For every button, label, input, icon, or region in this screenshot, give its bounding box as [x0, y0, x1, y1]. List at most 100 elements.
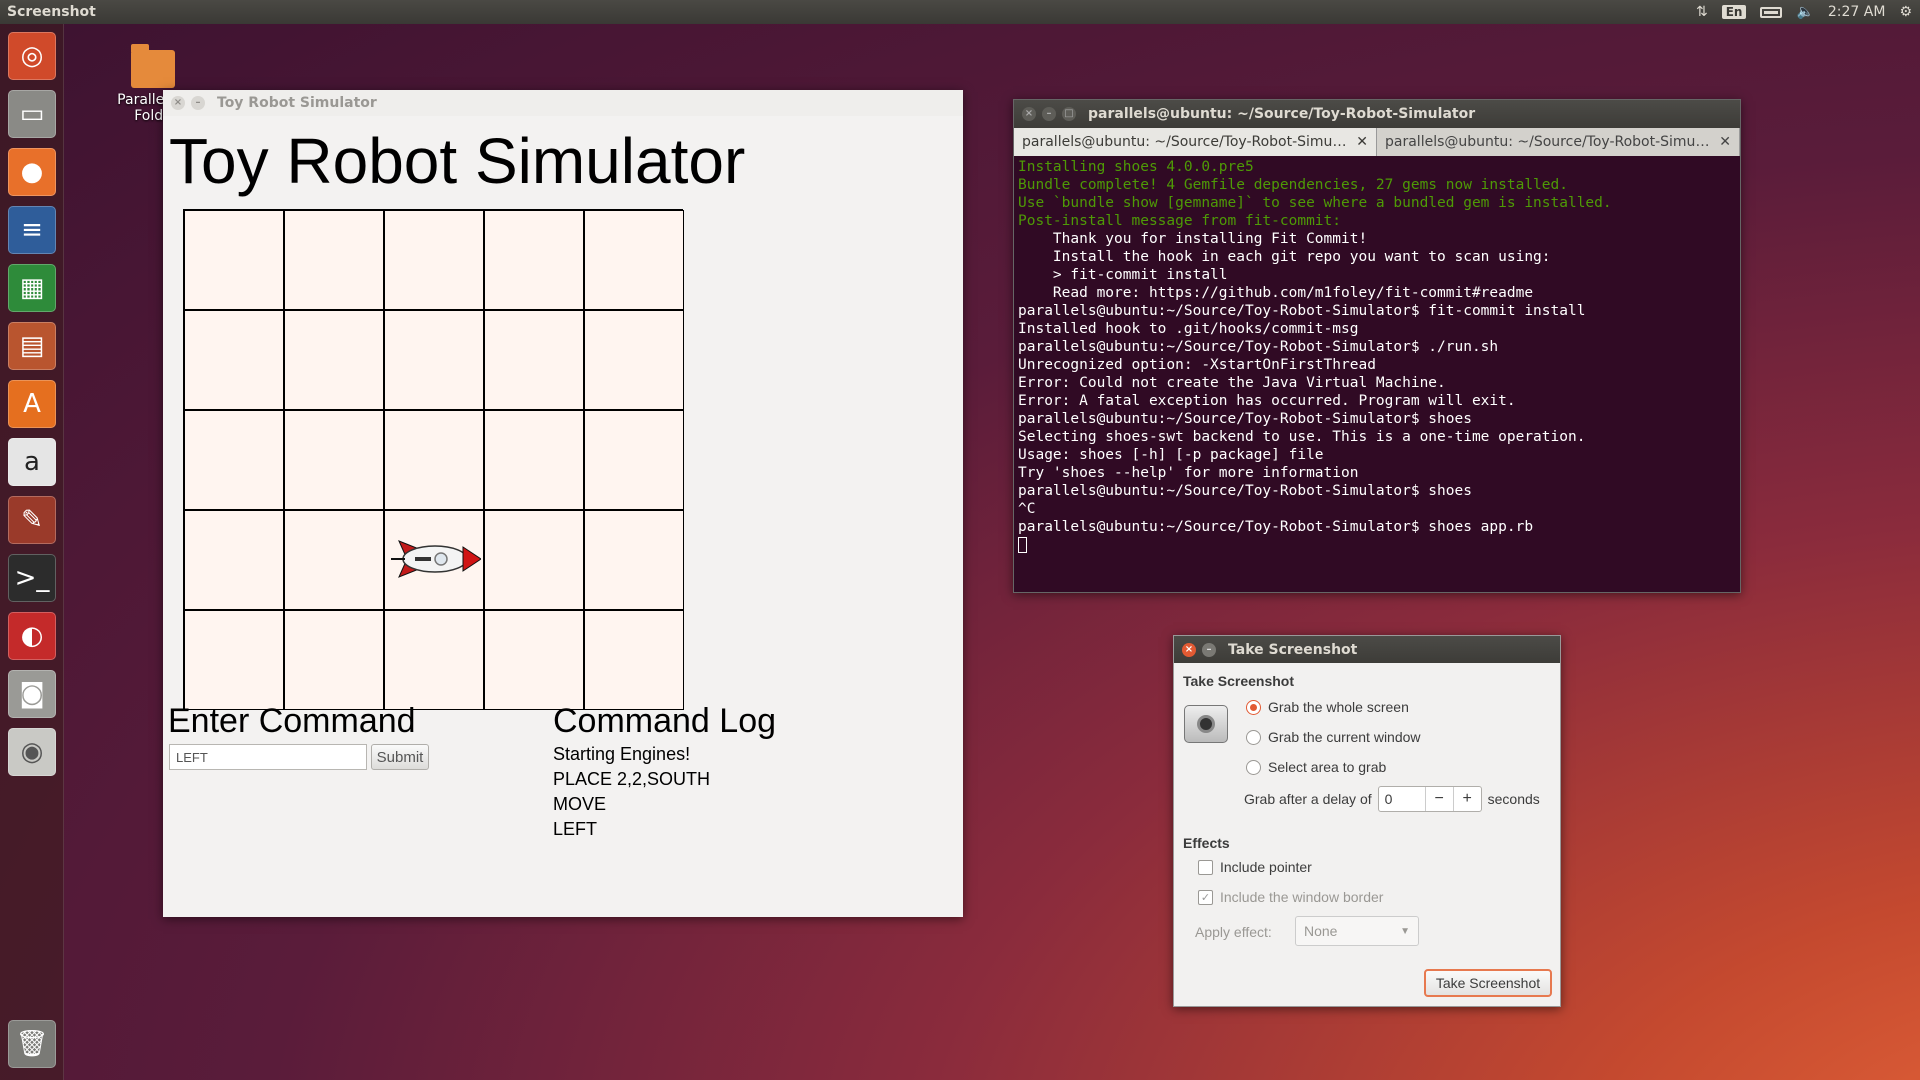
writer-icon[interactable]: ≡	[8, 206, 56, 254]
radio-current-window[interactable]: Grab the current window	[1246, 729, 1421, 745]
plus-icon[interactable]: +	[1452, 787, 1481, 811]
radio-indicator[interactable]	[1246, 759, 1261, 775]
terminal-tab[interactable]: parallels@ubuntu: ~/Source/Toy-Robot-Sim…	[1014, 128, 1377, 156]
software-center-icon[interactable]: A	[8, 380, 56, 428]
command-log-list: Starting Engines! PLACE 2,2,SOUTH MOVE L…	[553, 742, 710, 842]
tab-label: parallels@ubuntu: ~/Source/Toy-Robot-Sim…	[1385, 134, 1714, 150]
grid-cell	[384, 210, 484, 310]
robot-rocket-icon	[391, 540, 481, 578]
radio-whole-screen[interactable]: Grab the whole screen	[1246, 699, 1409, 715]
clock[interactable]: 2:27 AM	[1828, 4, 1886, 20]
terminal-line: Try 'shoes --help' for more information	[1018, 465, 1359, 481]
volume-icon[interactable]: 🔈	[1796, 4, 1813, 20]
checkbox-indicator[interactable]: ✓	[1198, 889, 1213, 905]
system-settings-icon[interactable]: ✎	[8, 496, 56, 544]
effects-heading: Effects	[1183, 835, 1230, 851]
grid-cell	[484, 610, 584, 710]
terminal-output[interactable]: Installing shoes 4.0.0.pre5 Bundle comple…	[1014, 156, 1740, 588]
screenshot-icon[interactable]: ◙	[8, 670, 56, 718]
grid-cell	[384, 610, 484, 710]
command-input[interactable]	[169, 744, 367, 770]
window-titlebar[interactable]: × – □ parallels@ubuntu: ~/Source/Toy-Rob…	[1014, 100, 1740, 128]
include-pointer-checkbox[interactable]: Include pointer	[1198, 859, 1312, 875]
terminal-line: Error: Could not create the Java Virtual…	[1018, 375, 1446, 391]
grid-cell	[484, 410, 584, 510]
delay-unit: seconds	[1487, 791, 1540, 807]
battery-icon[interactable]	[1760, 6, 1783, 18]
terminal-line: parallels@ubuntu:~/Source/Toy-Robot-Simu…	[1018, 483, 1472, 499]
top-panel: Screenshot ⇅ En 🔈 2:27 AM ⚙	[0, 0, 1920, 24]
checkbox-indicator[interactable]	[1198, 859, 1213, 875]
window-title: Take Screenshot	[1228, 641, 1358, 658]
close-icon[interactable]: ✕	[1356, 134, 1368, 150]
terminal-line: parallels@ubuntu:~/Source/Toy-Robot-Simu…	[1018, 303, 1586, 319]
window-titlebar[interactable]: × – Toy Robot Simulator	[163, 90, 963, 116]
grid-cell	[184, 210, 284, 310]
radio-label: Grab the whole screen	[1268, 699, 1409, 715]
tab-label: parallels@ubuntu: ~/Source/Toy-Robot-Sim…	[1022, 134, 1351, 150]
maximize-icon[interactable]: □	[1062, 107, 1076, 121]
checkbox-label: Include the window border	[1220, 889, 1384, 905]
minimize-icon[interactable]: –	[1202, 642, 1216, 657]
terminal-line: parallels@ubuntu:~/Source/Toy-Robot-Simu…	[1018, 519, 1534, 535]
indicator-area: ⇅ En 🔈 2:27 AM ⚙	[1696, 4, 1920, 20]
close-icon[interactable]: ×	[1182, 642, 1196, 657]
parallels-icon[interactable]: ◐	[8, 612, 56, 660]
checkbox-label: Include pointer	[1220, 859, 1312, 875]
grid-cell	[484, 210, 584, 310]
terminal-line: Read more: https://github.com/m1foley/fi…	[1018, 285, 1534, 301]
terminal-icon[interactable]: >_	[8, 554, 56, 602]
terminal-line: Use `bundle show [gemname]` to see where…	[1018, 195, 1612, 211]
ubuntu-dash-icon[interactable]: ◎	[8, 32, 56, 80]
close-icon[interactable]: ×	[171, 96, 185, 110]
screenshot-dialog: × – Take Screenshot Take Screenshot Grab…	[1173, 635, 1561, 1007]
firefox-icon[interactable]: ●	[8, 148, 56, 196]
delay-label: Grab after a delay of	[1244, 791, 1372, 807]
window-title: parallels@ubuntu: ~/Source/Toy-Robot-Sim…	[1088, 106, 1476, 122]
log-entry: MOVE	[553, 794, 607, 814]
submit-button[interactable]: Submit	[371, 744, 429, 770]
calc-icon[interactable]: ▦	[8, 264, 56, 312]
terminal-line: Thank you for installing Fit Commit!	[1018, 231, 1368, 247]
active-app-title: Screenshot	[7, 4, 96, 20]
grid-cell	[584, 310, 684, 410]
terminal-tab[interactable]: parallels@ubuntu: ~/Source/Toy-Robot-Sim…	[1377, 128, 1740, 156]
terminal-line: parallels@ubuntu:~/Source/Toy-Robot-Simu…	[1018, 411, 1472, 427]
grid-cell	[584, 510, 684, 610]
delay-value[interactable]: 0	[1379, 787, 1425, 811]
amazon-icon[interactable]: a	[8, 438, 56, 486]
close-icon[interactable]: ×	[1022, 107, 1036, 121]
close-icon[interactable]: ✕	[1719, 134, 1731, 150]
include-border-checkbox[interactable]: ✓ Include the window border	[1198, 889, 1383, 905]
network-icon[interactable]: ⇅	[1696, 4, 1708, 20]
radio-select-area[interactable]: Select area to grab	[1246, 759, 1386, 775]
grid-cell	[184, 410, 284, 510]
launcher: ◎ ▭ ● ≡ ▦ ▤ A a ✎ >_ ◐ ◙ ◉ 🗑	[0, 24, 64, 1080]
gear-icon[interactable]: ⚙	[1899, 4, 1912, 20]
files-icon[interactable]: ▭	[8, 90, 56, 138]
take-screenshot-button[interactable]: Take Screenshot	[1424, 969, 1552, 997]
delay-stepper[interactable]: 0 − +	[1377, 786, 1482, 812]
radio-indicator[interactable]	[1246, 699, 1261, 715]
minus-icon[interactable]: −	[1424, 787, 1453, 811]
delay-row: Grab after a delay of 0 − + seconds	[1244, 786, 1540, 812]
terminal-line: ^C	[1018, 501, 1036, 517]
grid-cell	[584, 210, 684, 310]
impress-icon[interactable]: ▤	[8, 322, 56, 370]
trash-icon[interactable]: 🗑	[8, 1020, 56, 1068]
grid-cell	[584, 410, 684, 510]
grid-cell	[184, 310, 284, 410]
terminal-line: Unrecognized option: -XstartOnFirstThrea…	[1018, 357, 1376, 373]
apply-effect-select[interactable]: None ▼	[1295, 916, 1419, 946]
terminal-line: Error: A fatal exception has occurred. P…	[1018, 393, 1516, 409]
dvd-icon[interactable]: ◉	[8, 728, 56, 776]
minimize-icon[interactable]: –	[1042, 107, 1056, 121]
window-titlebar[interactable]: × – Take Screenshot	[1174, 636, 1560, 663]
minimize-icon[interactable]: –	[191, 96, 205, 110]
grid-cell	[284, 410, 384, 510]
log-entry: Starting Engines!	[553, 744, 691, 764]
take-screenshot-heading: Take Screenshot	[1183, 673, 1295, 689]
radio-indicator[interactable]	[1246, 729, 1261, 745]
grid-cell	[384, 310, 484, 410]
keyboard-layout-indicator[interactable]: En	[1721, 5, 1747, 19]
